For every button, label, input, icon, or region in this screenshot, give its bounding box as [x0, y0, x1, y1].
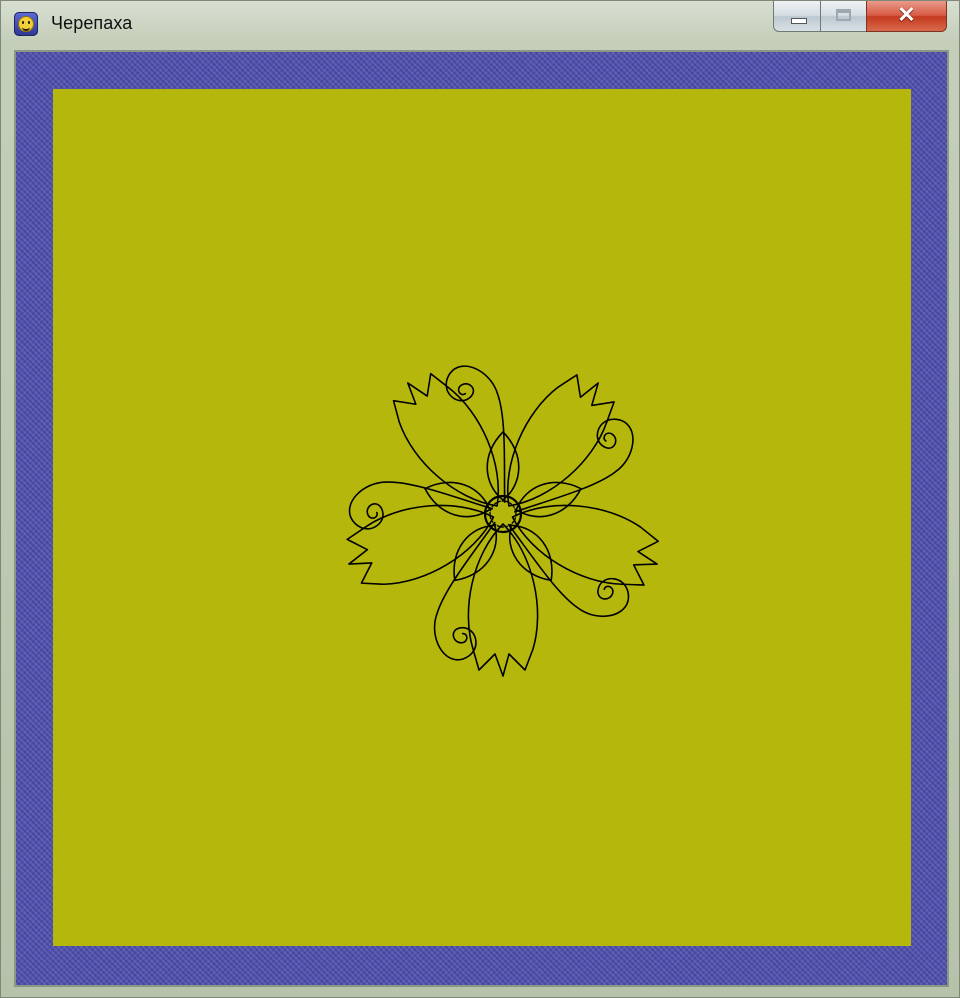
- eye-right-icon: [28, 21, 30, 24]
- inner-petal: [509, 524, 553, 582]
- inner-petal: [486, 431, 520, 501]
- maximize-icon: [836, 9, 851, 21]
- title-bar[interactable]: Черепаха ✕: [1, 1, 959, 47]
- tendril: [433, 521, 496, 661]
- window-controls: ✕: [773, 1, 947, 33]
- minimize-icon: [791, 18, 807, 24]
- outer-petal: [467, 523, 539, 677]
- inner-petal: [515, 481, 582, 518]
- flower-drawing: [346, 365, 659, 677]
- eye-left-icon: [22, 21, 24, 24]
- smiley-face-icon: [18, 16, 34, 32]
- canvas-frame: [14, 50, 949, 987]
- turtle-window: Черепаха ✕: [0, 0, 960, 998]
- drawing-canvas[interactable]: [53, 89, 911, 946]
- close-button[interactable]: ✕: [866, 1, 947, 32]
- close-icon: ✕: [897, 2, 916, 27]
- maximize-button[interactable]: [820, 1, 867, 32]
- window-title: Черепаха: [51, 13, 133, 33]
- smile-icon: [22, 25, 30, 31]
- inner-petal: [453, 524, 497, 582]
- app-icon[interactable]: [14, 12, 38, 36]
- minimize-button[interactable]: [773, 1, 821, 32]
- inner-petal: [424, 481, 491, 518]
